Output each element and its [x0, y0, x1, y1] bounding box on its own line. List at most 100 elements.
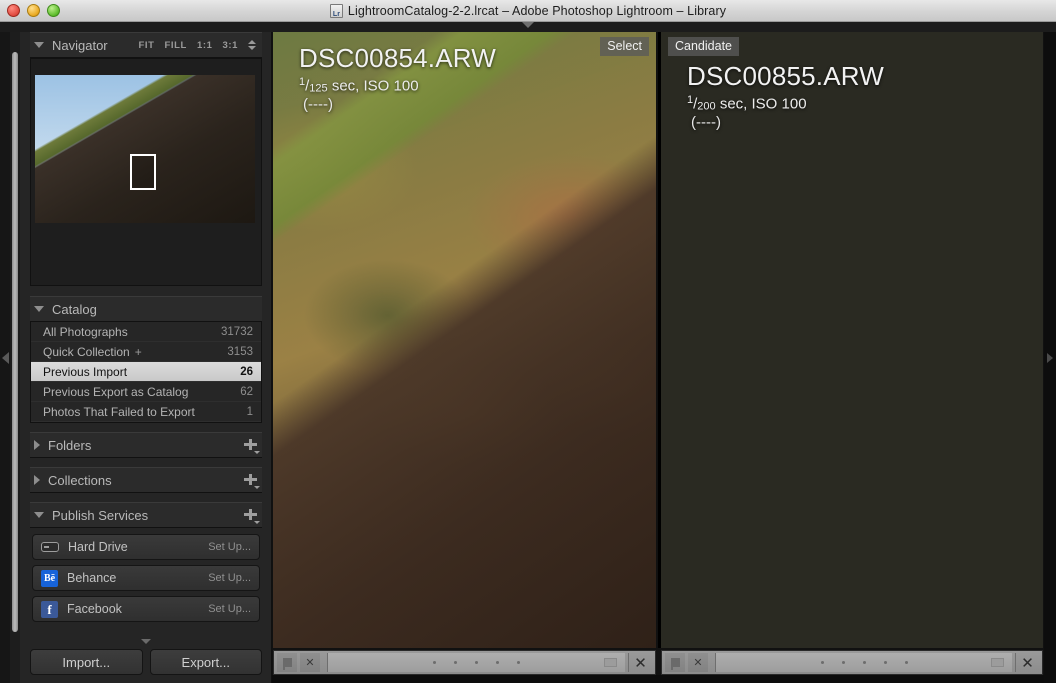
hard-drive-icon: [41, 542, 59, 552]
photo-candidate-image: [661, 32, 1043, 648]
sidebar-scrollbar-thumb[interactable]: [12, 52, 18, 632]
import-button[interactable]: Import...: [30, 649, 143, 675]
behance-icon: Bē: [41, 570, 58, 587]
chevron-left-icon: [2, 352, 9, 364]
disclosure-closed-icon[interactable]: [34, 475, 40, 485]
add-publish-service-icon[interactable]: [244, 508, 258, 522]
panel-header-catalog[interactable]: Catalog: [30, 296, 262, 322]
add-folder-icon[interactable]: [244, 438, 258, 452]
rating-dot[interactable]: [496, 661, 499, 664]
catalog-list: All Photographs 31732 Quick Collection+ …: [30, 322, 262, 423]
catalog-item-label: Previous Import: [43, 365, 240, 379]
rating-dot[interactable]: [517, 661, 520, 664]
traffic-lights[interactable]: [7, 4, 60, 17]
navigator-mode-fit[interactable]: FIT: [138, 40, 154, 51]
rating-strip-select[interactable]: [327, 653, 625, 672]
maximize-window-button[interactable]: [47, 4, 60, 17]
window-titlebar: LightroomCatalog-2-2.lrcat – Adobe Photo…: [0, 0, 1056, 22]
navigator-thumbnail: [35, 75, 255, 223]
color-label-swatch[interactable]: [991, 658, 1004, 667]
catalog-item-text: Quick Collection: [43, 345, 130, 359]
panel-title-navigator: Navigator: [52, 38, 108, 53]
lightroom-icon: [330, 4, 343, 18]
right-panel-collapse-handle[interactable]: [1044, 32, 1056, 683]
catalog-item-previous-import[interactable]: Previous Import 26: [31, 362, 261, 382]
rating-dot[interactable]: [905, 661, 908, 664]
navigator-zoom-modes[interactable]: FIT FILL 1:1 3:1: [138, 40, 260, 51]
publish-service-hard-drive[interactable]: Hard Drive Set Up...: [32, 534, 260, 560]
catalog-item-count: 31732: [221, 326, 253, 338]
close-window-button[interactable]: [7, 4, 20, 17]
rating-dot[interactable]: [433, 661, 436, 664]
panel-header-publish-services[interactable]: Publish Services: [30, 502, 262, 528]
disclosure-open-icon[interactable]: [34, 42, 44, 48]
catalog-item-label: Quick Collection +: [43, 345, 227, 359]
publish-service-behance[interactable]: Bē Behance Set Up...: [32, 565, 260, 591]
disclosure-open-icon[interactable]: [34, 306, 44, 312]
compare-pane-candidate[interactable]: Candidate DSC00855.ARW 1/200 sec, ISO 10…: [657, 32, 1044, 683]
publish-service-label: Hard Drive: [68, 540, 199, 554]
chevron-up-icon: [248, 40, 256, 44]
publish-service-setup-link[interactable]: Set Up...: [208, 541, 251, 553]
catalog-item-label: Previous Export as Catalog: [43, 385, 240, 399]
export-button[interactable]: Export...: [150, 649, 263, 675]
rating-strip-candidate[interactable]: [715, 653, 1012, 672]
navigator-mode-3-1[interactable]: 3:1: [222, 40, 238, 51]
publish-service-label: Behance: [67, 571, 199, 585]
rating-dot[interactable]: [475, 661, 478, 664]
sidebar-scrollbar[interactable]: [10, 32, 20, 683]
rating-dot[interactable]: [842, 661, 845, 664]
panel-header-navigator[interactable]: Navigator FIT FILL 1:1 3:1: [30, 32, 262, 58]
catalog-item-label: Photos That Failed to Export: [43, 405, 247, 419]
navigator-mode-1-1[interactable]: 1:1: [197, 40, 213, 51]
panel-title-publish-services: Publish Services: [52, 508, 148, 523]
minimize-window-button[interactable]: [27, 4, 40, 17]
chevron-down-icon: [248, 46, 256, 50]
flag-pick-icon[interactable]: [277, 653, 297, 672]
rating-dot[interactable]: [454, 661, 457, 664]
rating-dot[interactable]: [821, 661, 824, 664]
catalog-item-count: 62: [240, 386, 253, 398]
left-panel-collapse-handle[interactable]: [0, 32, 10, 683]
chevron-right-icon: [1047, 353, 1053, 363]
zoom-stepper[interactable]: [248, 40, 256, 50]
rating-dot[interactable]: [863, 661, 866, 664]
catalog-item-all-photographs[interactable]: All Photographs 31732: [31, 322, 261, 342]
photo-select[interactable]: Select DSC00854.ARW 1/125 sec, ISO 100 (…: [273, 32, 656, 648]
navigator-crop-rectangle[interactable]: [130, 154, 156, 190]
flag-pick-icon[interactable]: [665, 653, 685, 672]
quick-collection-plus-icon: +: [135, 345, 142, 359]
publish-service-setup-link[interactable]: Set Up...: [208, 603, 251, 615]
color-label-swatch[interactable]: [604, 658, 617, 667]
compare-pane-select[interactable]: Select DSC00854.ARW 1/125 sec, ISO 100 (…: [272, 32, 657, 683]
top-panel-collapse-handle[interactable]: [0, 22, 1056, 32]
disclosure-open-icon[interactable]: [34, 512, 44, 518]
catalog-item-photos-that-failed-to-export[interactable]: Photos That Failed to Export 1: [31, 402, 261, 422]
catalog-item-quick-collection[interactable]: Quick Collection+ 3153: [31, 342, 261, 362]
close-icon[interactable]: ✕: [1015, 653, 1039, 672]
disclosure-closed-icon[interactable]: [34, 440, 40, 450]
publish-service-facebook[interactable]: f Facebook Set Up...: [32, 596, 260, 622]
sidebar-collapse-handle[interactable]: [30, 639, 262, 649]
catalog-item-previous-export-as-catalog[interactable]: Previous Export as Catalog 62: [31, 382, 261, 402]
facebook-icon: f: [41, 601, 58, 618]
catalog-item-label: All Photographs: [43, 325, 221, 339]
publish-service-setup-link[interactable]: Set Up...: [208, 572, 251, 584]
rating-dot[interactable]: [884, 661, 887, 664]
panel-header-folders[interactable]: Folders: [30, 432, 262, 458]
add-collection-icon[interactable]: [244, 473, 258, 487]
flag-reject-icon[interactable]: ✕: [688, 653, 708, 672]
flag-reject-icon[interactable]: ✕: [300, 653, 320, 672]
close-icon[interactable]: ✕: [628, 653, 652, 672]
window-title-group: LightroomCatalog-2-2.lrcat – Adobe Photo…: [0, 4, 1056, 18]
photo-select-image: [273, 32, 656, 648]
left-sidebar: Navigator FIT FILL 1:1 3:1: [10, 32, 272, 683]
photo-candidate[interactable]: Candidate DSC00855.ARW 1/200 sec, ISO 10…: [658, 32, 1043, 648]
toolbar-select: ✕ ✕: [273, 650, 656, 675]
navigator-mode-fill[interactable]: FILL: [164, 40, 186, 51]
catalog-item-count: 1: [247, 406, 253, 418]
panel-header-collections[interactable]: Collections: [30, 467, 262, 493]
publish-services-list: Hard Drive Set Up... Bē Behance Set Up..…: [30, 528, 262, 622]
toolbar-candidate: ✕ ✕: [661, 650, 1043, 675]
navigator-preview[interactable]: [30, 58, 262, 286]
